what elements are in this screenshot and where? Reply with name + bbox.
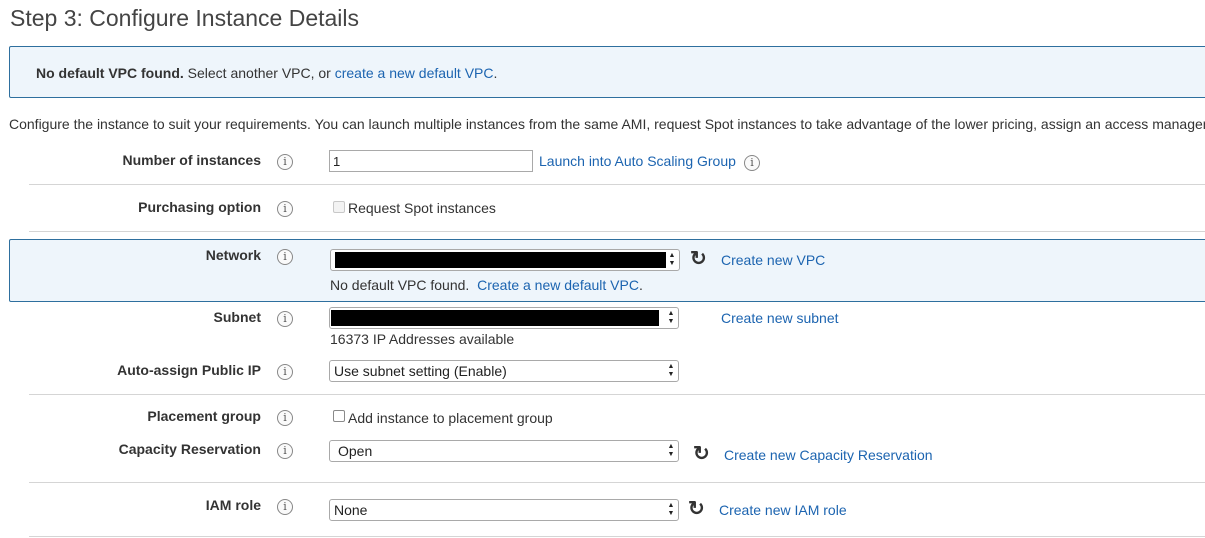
iam-role-label: IAM role: [205, 497, 261, 513]
placement-group-checkbox-label: Add instance to placement group: [348, 410, 553, 426]
select-arrows-icon: ▲ ▼: [667, 363, 675, 378]
alert-bold: No default VPC found.: [36, 65, 184, 81]
redacted-value: [335, 252, 666, 268]
number-of-instances-label: Number of instances: [122, 152, 261, 168]
divider: [29, 231, 1205, 232]
info-icon[interactable]: i: [277, 311, 293, 327]
info-icon[interactable]: i: [277, 499, 293, 515]
divider: [29, 536, 1205, 537]
network-note-suffix: .: [638, 277, 643, 293]
page-description: Configure the instance to suit your requ…: [9, 116, 1205, 132]
network-select[interactable]: ▲ ▼: [330, 249, 680, 271]
refresh-icon[interactable]: ↻: [688, 499, 705, 519]
launch-auto-scaling-link[interactable]: Launch into Auto Scaling Group: [539, 153, 736, 169]
subnet-ip-count: 16373 IP Addresses available: [330, 331, 515, 347]
placement-group-checkbox[interactable]: [333, 410, 345, 422]
create-new-vpc-link[interactable]: Create new VPC: [721, 252, 825, 268]
iam-role-value: None: [334, 502, 368, 518]
divider: [29, 482, 1205, 483]
iam-role-select[interactable]: None ▲ ▼: [329, 499, 679, 521]
placement-group-label: Placement group: [147, 408, 261, 424]
auto-assign-public-ip-label: Auto-assign Public IP: [117, 362, 261, 378]
number-of-instances-input[interactable]: [329, 150, 533, 172]
capacity-reservation-value: Open: [338, 443, 373, 459]
page-title: Step 3: Configure Instance Details: [10, 5, 360, 31]
request-spot-label: Request Spot instances: [348, 200, 496, 216]
select-arrows-icon: ▲ ▼: [667, 502, 675, 517]
refresh-icon[interactable]: ↻: [690, 249, 707, 269]
select-arrows-icon: ▲ ▼: [667, 443, 675, 458]
create-capacity-reservation-link[interactable]: Create new Capacity Reservation: [724, 447, 933, 463]
request-spot-checkbox[interactable]: [333, 201, 345, 213]
info-icon[interactable]: i: [744, 155, 760, 171]
info-icon[interactable]: i: [277, 201, 293, 217]
info-icon[interactable]: i: [277, 249, 293, 265]
create-new-iam-role-link[interactable]: Create new IAM role: [719, 502, 847, 518]
network-note-text: No default VPC found.: [330, 277, 470, 293]
info-icon[interactable]: i: [277, 410, 293, 426]
subnet-select[interactable]: ▲ ▼: [329, 307, 679, 329]
capacity-reservation-select[interactable]: Open ▲ ▼: [329, 440, 679, 462]
refresh-icon[interactable]: ↻: [693, 444, 710, 464]
alert-suffix: .: [493, 65, 498, 81]
subnet-label: Subnet: [213, 309, 261, 325]
create-default-vpc-link[interactable]: create a new default VPC: [335, 65, 494, 81]
alert-text: Select another VPC, or: [183, 65, 335, 81]
divider: [29, 394, 1205, 395]
select-arrows-icon: ▲ ▼: [667, 310, 675, 325]
no-vpc-alert: No default VPC found. Select another VPC…: [9, 46, 1205, 98]
divider: [29, 184, 1205, 185]
create-new-subnet-link[interactable]: Create new subnet: [721, 310, 839, 326]
create-default-vpc-link[interactable]: Create a new default VPC: [477, 277, 639, 293]
network-label: Network: [205, 247, 261, 263]
purchasing-option-label: Purchasing option: [138, 199, 261, 215]
redacted-value: [331, 310, 659, 326]
capacity-reservation-label: Capacity Reservation: [118, 441, 261, 457]
public-ip-value: Use subnet setting (Enable): [334, 363, 507, 379]
select-arrows-icon: ▲ ▼: [668, 252, 676, 267]
info-icon[interactable]: i: [277, 443, 293, 459]
info-icon[interactable]: i: [277, 154, 293, 170]
public-ip-select[interactable]: Use subnet setting (Enable) ▲ ▼: [329, 360, 679, 382]
network-note: No default VPC found. Create a new defau…: [330, 277, 643, 293]
info-icon[interactable]: i: [277, 364, 293, 380]
alert-message: No default VPC found. Select another VPC…: [36, 65, 497, 81]
